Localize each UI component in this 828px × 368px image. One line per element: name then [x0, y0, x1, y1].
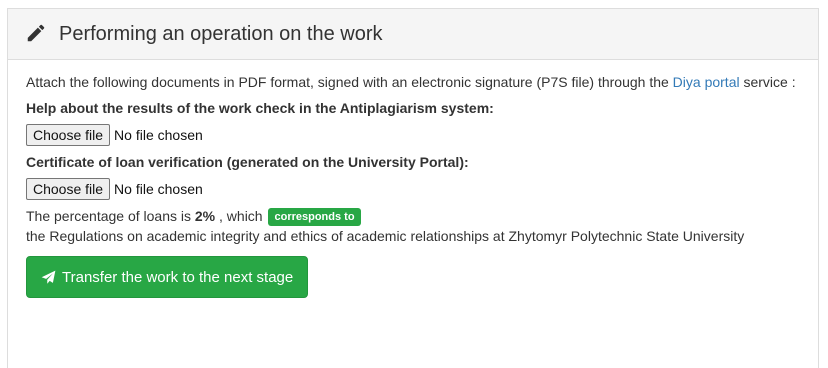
loan-certificate-choose-file-button[interactable]: Choose file — [26, 178, 111, 200]
transfer-work-button-label: Transfer the work to the next stage — [62, 268, 294, 286]
intro-text-before: Attach the following documents in PDF fo… — [26, 74, 673, 90]
diya-portal-link[interactable]: Diya portal — [673, 74, 740, 90]
percentage-prefix: The percentage of loans is — [26, 208, 195, 224]
corresponds-badge: corresponds to — [268, 208, 361, 226]
send-icon — [41, 270, 56, 285]
loan-certificate-label: Certificate of loan verification (genera… — [26, 154, 469, 170]
antiplagiarism-file-status: No file chosen — [114, 127, 203, 143]
pencil-icon — [25, 22, 49, 46]
percentage-suffix: , which — [215, 208, 267, 224]
operation-panel: Performing an operation on the work Atta… — [7, 8, 819, 368]
percentage-line: The percentage of loans is 2% , which co… — [26, 206, 798, 226]
loan-certificate-file-status: No file chosen — [114, 181, 203, 197]
panel-body: Attach the following documents in PDF fo… — [8, 60, 818, 298]
antiplagiarism-choose-file-button[interactable]: Choose file — [26, 124, 111, 146]
antiplagiarism-label: Help about the results of the work check… — [26, 100, 494, 116]
intro-text-after: service : — [739, 74, 796, 90]
regulations-text: the Regulations on academic integrity an… — [26, 228, 745, 244]
loan-certificate-file-input[interactable]: Choose file No file chosen — [26, 178, 798, 200]
percentage-value: 2% — [194, 208, 216, 224]
transfer-work-button[interactable]: Transfer the work to the next stage — [26, 256, 309, 298]
intro-text: Attach the following documents in PDF fo… — [26, 72, 798, 92]
panel-heading: Performing an operation on the work — [8, 9, 818, 60]
antiplagiarism-file-input[interactable]: Choose file No file chosen — [26, 124, 798, 146]
panel-title: Performing an operation on the work — [59, 22, 383, 45]
